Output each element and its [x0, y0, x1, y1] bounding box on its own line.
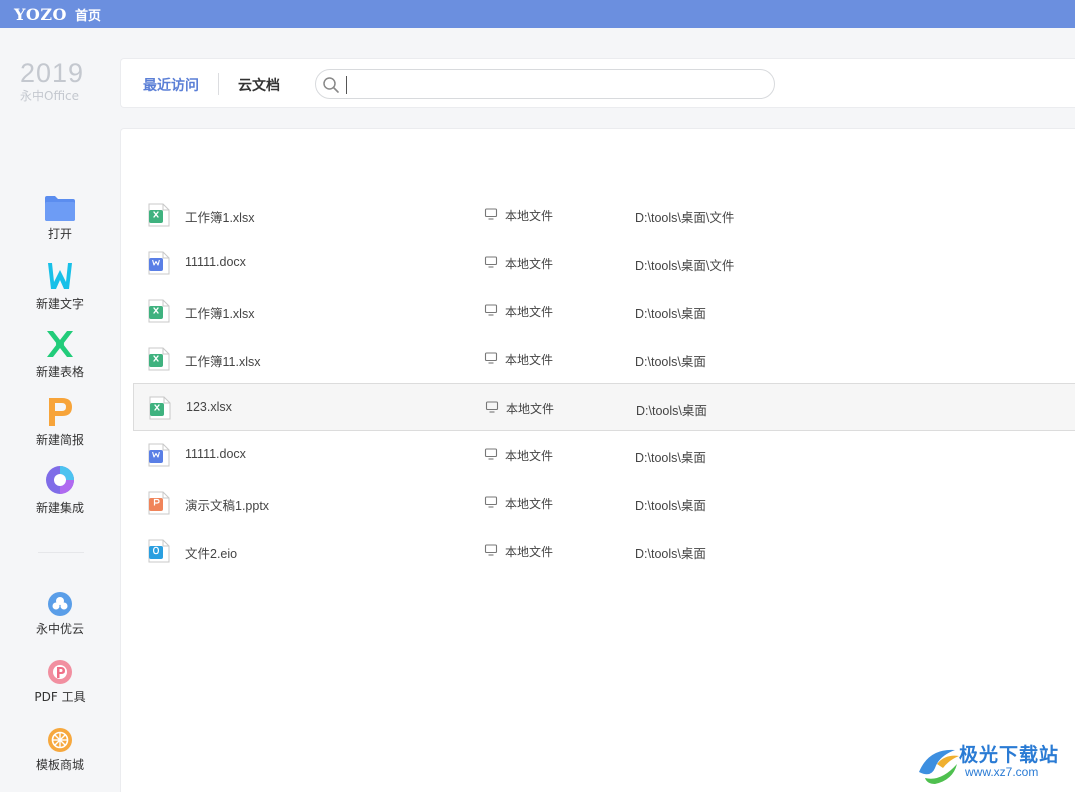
file-row[interactable]: 123.xlsx 本地文件 D:\tools\桌面 — [133, 383, 1075, 431]
logo-product: 永中Office — [20, 89, 80, 103]
integrated-o-icon — [46, 466, 74, 494]
presentation-p-icon — [49, 398, 72, 426]
search-caret — [346, 76, 347, 94]
watermark-name: 极光下载站 — [959, 744, 1060, 766]
pdf-tools-label: PDF 工具 — [34, 690, 86, 704]
tab-cloud-docs[interactable]: 云文档 — [238, 75, 280, 95]
open-label: 打开 — [47, 227, 72, 241]
eio-file-icon — [148, 539, 170, 563]
sidebar: 2019 永中Office 打开 新建文字 新建表格 新建简报 新建集成 永中优… — [0, 28, 120, 792]
watermark-url: www.xz7.com — [965, 765, 1039, 779]
file-location: 本地文件 — [505, 353, 554, 367]
file-path: D:\tools\桌面\文件 — [635, 259, 735, 273]
file-row[interactable]: 11111.docx 本地文件 D:\tools\桌面 — [133, 431, 1075, 479]
file-location: 本地文件 — [505, 545, 554, 559]
docx-file-icon — [148, 251, 170, 275]
new-presentation-button[interactable]: 新建简报 — [0, 396, 120, 447]
template-store-button[interactable]: 模板商城 — [0, 727, 120, 772]
pptx-file-icon — [148, 491, 170, 515]
monitor-icon — [484, 304, 498, 316]
search-icon[interactable] — [322, 76, 340, 94]
monitor-icon — [484, 256, 498, 268]
file-location: 本地文件 — [505, 209, 554, 223]
file-row[interactable]: 演示文稿1.pptx 本地文件 D:\tools\桌面 — [133, 479, 1075, 527]
new-document-button[interactable]: 新建文字 — [0, 260, 120, 311]
xlsx-file-icon — [149, 396, 171, 420]
recent-files-list: 工作簿1.xlsx 本地文件 D:\tools\桌面\文件 11111.docx 本地文… — [120, 128, 1075, 792]
file-name[interactable]: 文件2.eio — [185, 543, 237, 562]
new-spreadsheet-button[interactable]: 新建表格 — [0, 328, 120, 379]
file-path: D:\tools\桌面 — [635, 499, 706, 513]
file-name[interactable]: 工作簿1.xlsx — [185, 303, 254, 322]
docx-file-icon — [148, 443, 170, 467]
file-name[interactable]: 11111.docx — [185, 255, 246, 269]
folder-icon — [45, 196, 75, 221]
file-location: 本地文件 — [505, 257, 554, 271]
title-bar: YOZO 首页 — [0, 0, 1075, 28]
new-presentation-label: 新建简报 — [35, 433, 84, 447]
file-location: 本地文件 — [505, 305, 554, 319]
file-row[interactable]: 文件2.eio 本地文件 D:\tools\桌面 — [133, 527, 1075, 575]
new-spreadsheet-label: 新建表格 — [35, 365, 84, 379]
file-row[interactable]: 工作簿1.xlsx 本地文件 D:\tools\桌面 — [133, 287, 1075, 335]
word-w-icon — [48, 263, 72, 289]
tab-home[interactable]: 首页 — [75, 5, 101, 24]
yozo-cloud-button[interactable]: 永中优云 — [0, 591, 120, 636]
pdf-icon — [48, 660, 72, 684]
tab-separator — [218, 73, 219, 95]
monitor-icon — [484, 544, 498, 556]
yozo-cloud-label: 永中优云 — [35, 622, 84, 636]
file-name[interactable]: 工作簿1.xlsx — [185, 207, 254, 226]
file-row[interactable]: 工作簿11.xlsx 本地文件 D:\tools\桌面 — [133, 335, 1075, 383]
file-path: D:\tools\桌面 — [635, 355, 706, 369]
open-button[interactable]: 打开 — [0, 194, 120, 241]
search-box[interactable] — [315, 69, 775, 99]
monitor-icon — [484, 496, 498, 508]
product-logo: 2019 永中Office — [20, 58, 100, 103]
file-path: D:\tools\桌面 — [636, 404, 707, 418]
monitor-icon — [485, 401, 499, 413]
template-store-icon — [48, 728, 72, 752]
file-name[interactable]: 123.xlsx — [186, 400, 232, 414]
monitor-icon — [484, 208, 498, 220]
monitor-icon — [484, 448, 498, 460]
file-row[interactable]: 工作簿1.xlsx 本地文件 D:\tools\桌面\文件 — [133, 191, 1075, 239]
file-path: D:\tools\桌面 — [635, 547, 706, 561]
monitor-icon — [484, 352, 498, 364]
cloud-icon — [48, 592, 72, 616]
xlsx-file-icon — [148, 347, 170, 371]
brand-logo: YOZO — [14, 4, 67, 24]
spreadsheet-x-icon — [47, 331, 73, 357]
file-location: 本地文件 — [505, 449, 554, 463]
file-path: D:\tools\桌面 — [635, 307, 706, 321]
pdf-tools-button[interactable]: PDF 工具 — [0, 659, 120, 704]
search-input[interactable] — [350, 72, 760, 96]
watermark-logo-icon — [919, 749, 959, 784]
file-name[interactable]: 工作簿11.xlsx — [185, 351, 260, 370]
xlsx-file-icon — [148, 299, 170, 323]
file-location: 本地文件 — [505, 497, 554, 511]
file-name[interactable]: 演示文稿1.pptx — [185, 495, 269, 514]
logo-year: 2019 — [20, 58, 85, 88]
tab-recent[interactable]: 最近访问 — [143, 75, 199, 95]
new-document-label: 新建文字 — [35, 297, 84, 311]
sidebar-divider — [38, 552, 84, 553]
template-store-label: 模板商城 — [35, 758, 84, 772]
xlsx-file-icon — [148, 203, 170, 227]
file-row[interactable]: 11111.docx 本地文件 D:\tools\桌面\文件 — [133, 239, 1075, 287]
file-path: D:\tools\桌面\文件 — [635, 211, 735, 225]
header-bar: 最近访问 云文档 — [120, 58, 1075, 108]
new-integrated-label: 新建集成 — [35, 501, 84, 515]
file-location: 本地文件 — [506, 402, 555, 416]
new-integrated-button[interactable]: 新建集成 — [0, 464, 120, 515]
file-name[interactable]: 11111.docx — [185, 447, 246, 461]
file-path: D:\tools\桌面 — [635, 451, 706, 465]
site-watermark: 极光下载站 www.xz7.com — [915, 740, 1075, 788]
